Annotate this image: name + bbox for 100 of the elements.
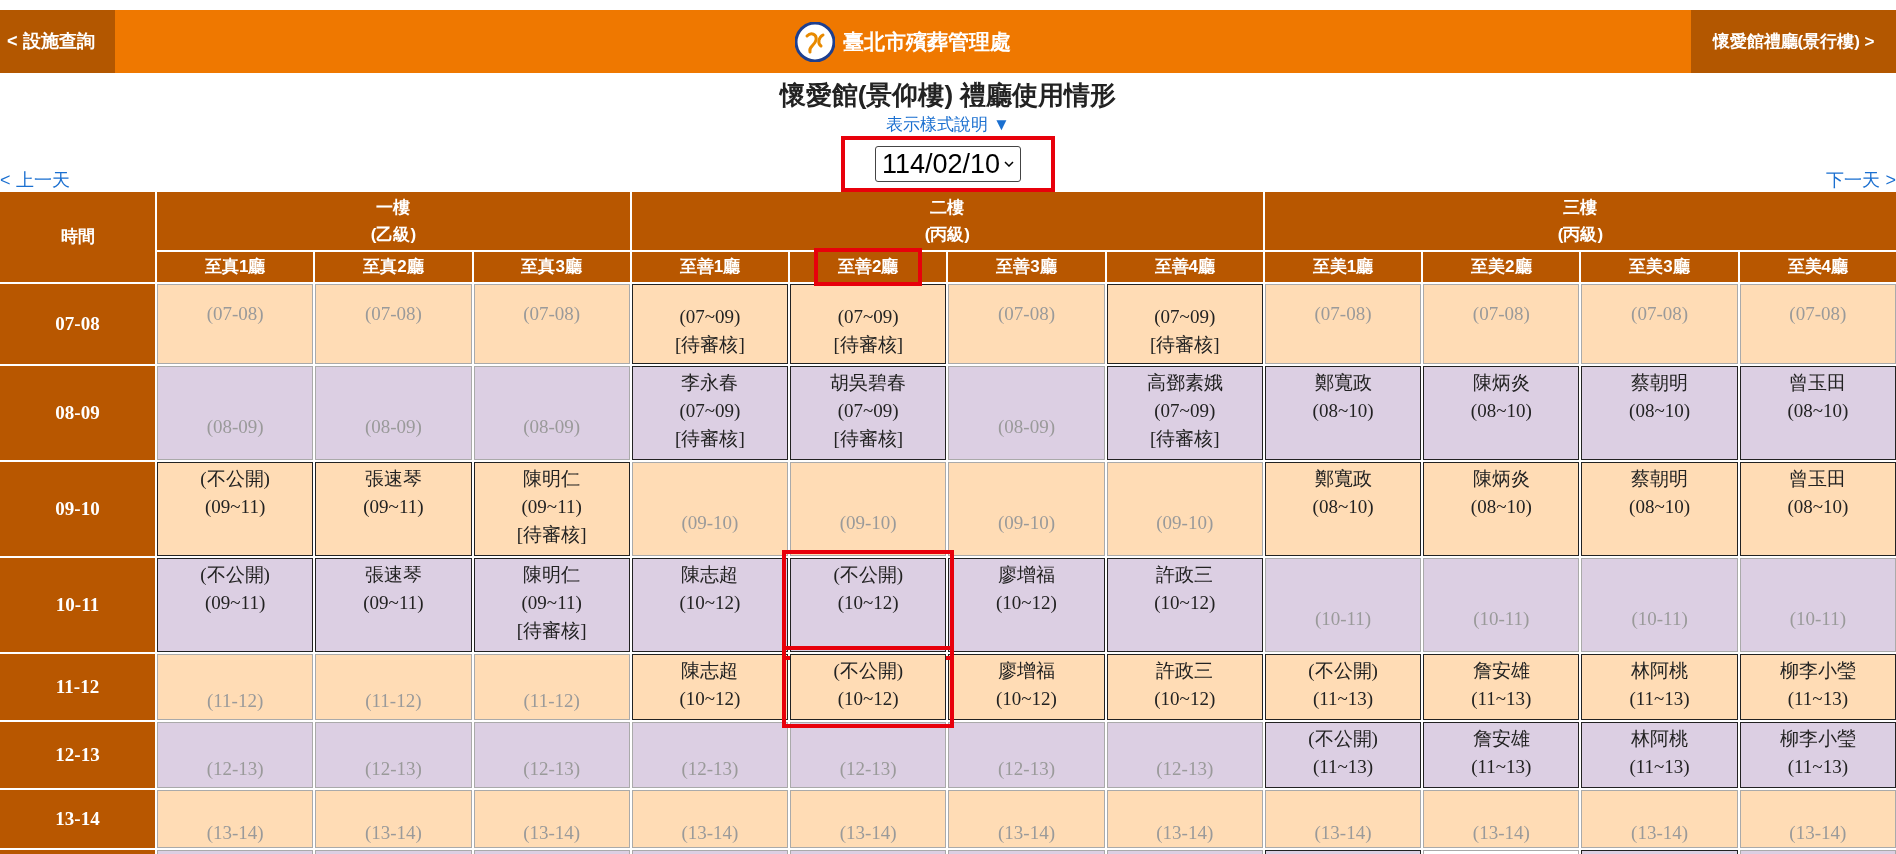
booker-name: 許政三 — [1156, 659, 1214, 683]
time-range: (09~11) — [205, 495, 266, 519]
caret-icon — [1004, 161, 1015, 167]
time-range: (08~10) — [1470, 399, 1532, 423]
time-range: (12-13) — [364, 757, 422, 781]
booker-name: 鄭寬政 — [1314, 371, 1372, 395]
status-label: [待審核] — [1149, 427, 1220, 451]
time-range: (12-13) — [839, 757, 897, 781]
time-range: (10~12) — [996, 687, 1057, 711]
status-label: [待審核] — [675, 333, 745, 357]
booker-name: 詹安雄 — [1472, 727, 1530, 751]
floor-name: 一樓 — [376, 197, 411, 219]
row-header: 11-12 — [0, 654, 155, 720]
time-range: (10~12) — [679, 687, 741, 711]
booker-name: 蔡朝明 — [1631, 371, 1689, 395]
previous-day-link[interactable]: < 上一天 — [0, 169, 70, 192]
floor-grade: (丙級) — [924, 224, 970, 246]
floor-grade: (乙級) — [370, 224, 417, 246]
time-range: (09~11) — [205, 591, 266, 615]
booker-name: 陳志超 — [681, 563, 739, 587]
time-range: (10~12) — [1154, 591, 1216, 615]
room-name: 至美1廳 — [1312, 256, 1374, 278]
status-label: [待審核] — [675, 427, 745, 451]
time-range: (11~13) — [1312, 755, 1374, 779]
booker-name: 張速琴 — [364, 563, 422, 587]
column-header: 時間 — [0, 192, 155, 282]
time-range: (07~09) — [679, 305, 741, 329]
time-range: (08~10) — [1312, 399, 1374, 423]
booker-name: 蔡朝明 — [1631, 467, 1689, 491]
row-header: 13-14 — [0, 790, 155, 848]
time-range: (09-10) — [998, 511, 1055, 535]
time-range: (08~10) — [1629, 399, 1691, 423]
time-range: (10-11) — [1631, 607, 1688, 631]
booker-name: 胡吳碧春 — [830, 371, 907, 395]
time-range: (07~09) — [1154, 305, 1216, 329]
time-range: (08~10) — [1787, 495, 1849, 519]
room-name: 至美3廳 — [1629, 256, 1690, 278]
booker-name: (不公開) — [1308, 659, 1378, 683]
time-range: (07~09) — [679, 399, 741, 423]
time-range: (09-10) — [839, 511, 897, 535]
status-label: [待審核] — [833, 333, 904, 357]
time-range: (08~10) — [1312, 495, 1374, 519]
time-range: (13-14) — [1631, 821, 1689, 845]
time-range: (11~13) — [1629, 687, 1690, 711]
time-range: (13-14) — [681, 821, 739, 845]
floor-grade: (丙級) — [1557, 224, 1604, 246]
room-name: 至真1廳 — [204, 256, 266, 278]
time-range: (13-14) — [998, 821, 1055, 845]
status-label: [待審核] — [833, 427, 904, 451]
row-header: 10-11 — [0, 558, 155, 652]
next-day-link[interactable]: 下一天 > — [1826, 169, 1896, 192]
next-hall-link[interactable]: 懷愛館禮廳(景行樓) > — [1691, 10, 1896, 73]
back-link[interactable]: < 設施查詢 — [0, 10, 115, 73]
room-name: 至真2廳 — [363, 256, 424, 278]
floor-name: 三樓 — [1563, 197, 1598, 219]
time-range: (13-14) — [839, 821, 897, 845]
booker-name: 鄭寬政 — [1314, 467, 1372, 491]
booker-name: 陳炳炎 — [1472, 467, 1530, 491]
time-range: (13-14) — [1472, 821, 1530, 845]
booker-name: 陳明仁 — [523, 467, 581, 491]
time-range: (07-08) — [206, 302, 264, 326]
room-name: 至善2廳 — [838, 256, 899, 278]
time-range: (10-11) — [1789, 607, 1846, 631]
time-range: (08-09) — [364, 415, 422, 439]
time-range: (10~12) — [837, 687, 899, 711]
page-title: 懷愛館(景仰樓) 禮廳使用情形 — [778, 79, 1118, 112]
row-header: 08-09 — [0, 366, 155, 460]
booker-name: 曾玉田 — [1789, 467, 1847, 491]
time-range: (11~13) — [1471, 687, 1532, 711]
floor-name: 二樓 — [930, 197, 965, 219]
time-range: (07-08) — [1314, 302, 1372, 326]
time-range: (08~10) — [1787, 399, 1849, 423]
time-range: (12-13) — [998, 757, 1055, 781]
room-name: 至善3廳 — [996, 256, 1057, 278]
time-range: (10~12) — [679, 591, 741, 615]
time-range: (12-13) — [523, 757, 581, 781]
legend-link[interactable]: 表示樣式說明 ▼ — [886, 114, 1010, 136]
booker-name: 廖增福 — [998, 563, 1055, 587]
booker-name: 陳明仁 — [523, 563, 581, 587]
time-range: (07-08) — [523, 302, 581, 326]
row-header: 09-10 — [0, 462, 155, 556]
time-range: (07-08) — [998, 302, 1055, 326]
booker-name: 張速琴 — [364, 467, 422, 491]
time-range: (11~13) — [1471, 755, 1532, 779]
booker-name: 柳李小瑩 — [1779, 727, 1856, 751]
time-range: (07~09) — [837, 305, 899, 329]
time-range: (13-14) — [1789, 821, 1847, 845]
time-range: (11-12) — [523, 689, 580, 713]
time-range: (13-14) — [1156, 821, 1214, 845]
time-range: (13-14) — [523, 821, 581, 845]
time-range: (10~12) — [837, 591, 899, 615]
booker-name: 陳志超 — [681, 659, 739, 683]
booker-name: (不公開) — [200, 563, 270, 587]
time-range: (12-13) — [1156, 757, 1214, 781]
booker-name: (不公開) — [1308, 727, 1378, 751]
time-range: (13-14) — [364, 821, 422, 845]
date-select[interactable]: 114/02/10 — [874, 146, 1022, 182]
row-header: 07-08 — [0, 284, 155, 364]
time-range: (10~12) — [996, 591, 1057, 615]
status-label: [待審核] — [516, 619, 587, 643]
